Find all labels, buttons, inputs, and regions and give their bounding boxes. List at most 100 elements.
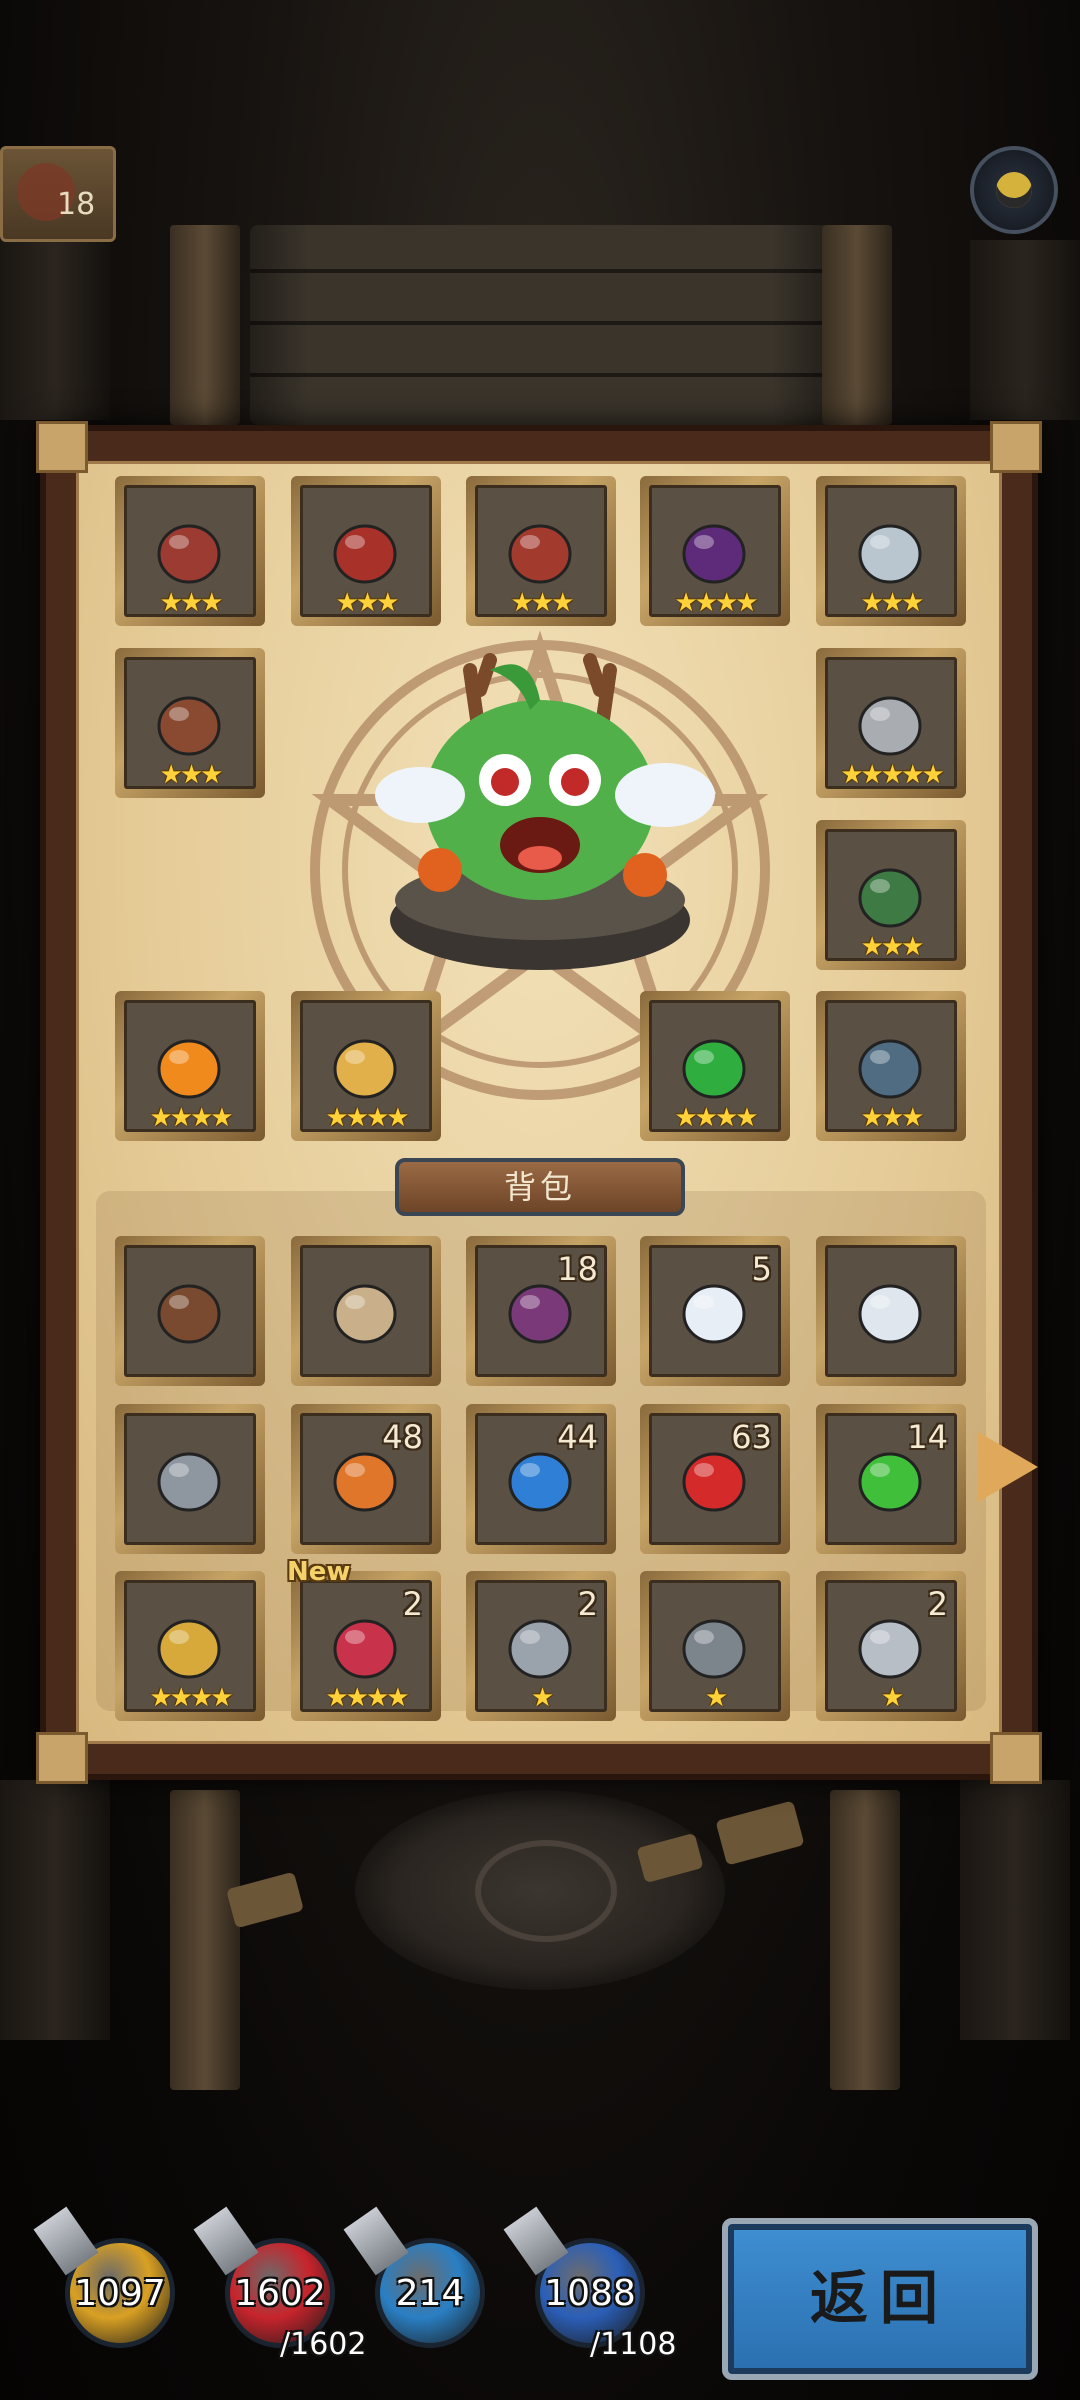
- slot-frame: ★★★: [825, 829, 957, 961]
- attack-stat: 1097: [33, 2206, 175, 2348]
- bag-item-slot[interactable]: [816, 1236, 966, 1386]
- avatar-icon: [996, 172, 1032, 208]
- item-quantity: 5: [751, 1250, 772, 1288]
- star-rating: ★★★: [510, 588, 575, 617]
- wooden-pillar: [822, 225, 892, 425]
- health-stat: 1602/1602: [193, 2206, 366, 2362]
- compass-icon: [333, 1284, 397, 1344]
- green-slime-monster: [375, 653, 715, 970]
- equipment-slot[interactable]: ★★★★★: [816, 648, 966, 798]
- equipment-slot[interactable]: ★★★★: [640, 991, 790, 1141]
- star-rating: ★★★★: [674, 1103, 758, 1132]
- gauntlet-steel-icon: [682, 1619, 746, 1679]
- slot-frame: [300, 1245, 432, 1377]
- slot-frame: ★★★: [124, 485, 256, 617]
- equipment-slot[interactable]: ★★★: [466, 476, 616, 626]
- slot-frame: ★★★★ 2: [300, 1580, 432, 1712]
- bag-item-slot[interactable]: [291, 1236, 441, 1386]
- stone-column: [960, 1780, 1070, 2040]
- bag-item-slot[interactable]: 14: [816, 1404, 966, 1554]
- gourd-icon: [157, 1039, 221, 1099]
- equipment-slot[interactable]: ★★★: [291, 476, 441, 626]
- green-heart-icon: [682, 1039, 746, 1099]
- energy-timer-button[interactable]: 18: [0, 146, 116, 242]
- slot-frame: ★: [649, 1580, 781, 1712]
- cloak-icon: [858, 868, 922, 928]
- bag-item-slot[interactable]: [115, 1236, 265, 1386]
- slot-frame: 44: [475, 1413, 607, 1545]
- stat-value: 1097: [74, 2273, 166, 2314]
- star-rating: ★★★: [159, 588, 224, 617]
- bag-item-slot[interactable]: 5: [640, 1236, 790, 1386]
- stat-max: /1602: [280, 2327, 367, 2362]
- slot-frame: ★★★: [124, 657, 256, 789]
- stat-icon: [193, 2206, 259, 2276]
- silver-ring-icon: [858, 1619, 922, 1679]
- equipment-slot[interactable]: ★★★★: [640, 476, 790, 626]
- slot-frame: 18: [475, 1245, 607, 1377]
- slot-frame: 14: [825, 1413, 957, 1545]
- stone-column: [0, 240, 110, 420]
- bag-item-slot[interactable]: ★: [640, 1571, 790, 1721]
- bag-item-slot[interactable]: ★ 2: [816, 1571, 966, 1721]
- bag-item-slot[interactable]: ★ 2: [466, 1571, 616, 1721]
- profile-avatar-button[interactable]: [970, 146, 1058, 234]
- bag-item-slot[interactable]: 44: [466, 1404, 616, 1554]
- star-rating: ★: [530, 1683, 554, 1712]
- item-quantity: 2: [577, 1585, 598, 1623]
- equipment-slot[interactable]: ★★★: [115, 648, 265, 798]
- item-quantity: 2: [402, 1585, 423, 1623]
- slot-frame: ★★★★: [649, 1000, 781, 1132]
- bag-item-slot[interactable]: [115, 1404, 265, 1554]
- slot-frame: ★★★★★: [825, 657, 957, 789]
- star-rating: ★★★: [860, 1103, 925, 1132]
- equipment-slot[interactable]: ★★★★: [115, 991, 265, 1141]
- bag-item-slot[interactable]: 18: [466, 1236, 616, 1386]
- slot-frame: ★★★★: [124, 1580, 256, 1712]
- item-quantity: 44: [557, 1418, 598, 1456]
- angry-ghost-icon: [858, 1284, 922, 1344]
- stone-wall: [250, 225, 830, 425]
- slot-frame: ★★★: [825, 1000, 957, 1132]
- equipment-slot[interactable]: ★★★: [115, 476, 265, 626]
- stone-column: [0, 1780, 110, 2040]
- wooden-pillar: [830, 1790, 900, 2090]
- bag-item-slot[interactable]: 48: [291, 1404, 441, 1554]
- equipment-slot[interactable]: ★★★: [816, 820, 966, 970]
- slot-frame: ★★★: [475, 485, 607, 617]
- item-quantity: 18: [557, 1250, 598, 1288]
- pistol-icon: [157, 1452, 221, 1512]
- stat-max: /1108: [590, 2327, 677, 2362]
- slot-frame: ★★★★: [124, 1000, 256, 1132]
- slot-frame: ★★★★: [300, 1000, 432, 1132]
- mana-stat: 1088/1108: [503, 2206, 676, 2362]
- star-rating: ★★★★★: [840, 760, 945, 789]
- slot-frame: ★★★★: [649, 485, 781, 617]
- star-rating: ★★★★: [149, 1103, 233, 1132]
- item-quantity: 63: [731, 1418, 772, 1456]
- stat-icon: [33, 2206, 99, 2276]
- star-rating: ★★★: [335, 588, 400, 617]
- gold-heart-icon: [157, 1619, 221, 1679]
- bag-title-banner: 背包: [395, 1158, 685, 1216]
- next-page-arrow[interactable]: [978, 1432, 1038, 1502]
- armor-icon: [508, 1619, 572, 1679]
- star-rating: ★★★: [159, 760, 224, 789]
- back-button[interactable]: 返回: [722, 2218, 1038, 2380]
- belt-icon: [157, 696, 221, 756]
- slot-frame: ★★★: [825, 485, 957, 617]
- panel-corner: [36, 421, 88, 473]
- equipment-slot[interactable]: ★★★★: [291, 991, 441, 1141]
- panel-corner: [990, 421, 1042, 473]
- red-heart-icon: [333, 1619, 397, 1679]
- slot-frame: ★ 2: [825, 1580, 957, 1712]
- helmet-icon: [508, 524, 572, 584]
- new-badge: New: [287, 1557, 351, 1587]
- equipment-slot[interactable]: ★★★: [816, 991, 966, 1141]
- panel-corner: [990, 1732, 1042, 1784]
- equipment-slot[interactable]: ★★★: [816, 476, 966, 626]
- bag-item-slot[interactable]: 63: [640, 1404, 790, 1554]
- item-quantity: 48: [382, 1418, 423, 1456]
- bag-item-slot[interactable]: ★★★★: [115, 1571, 265, 1721]
- bag-item-slot[interactable]: ★★★★ 2 New: [287, 1557, 441, 1721]
